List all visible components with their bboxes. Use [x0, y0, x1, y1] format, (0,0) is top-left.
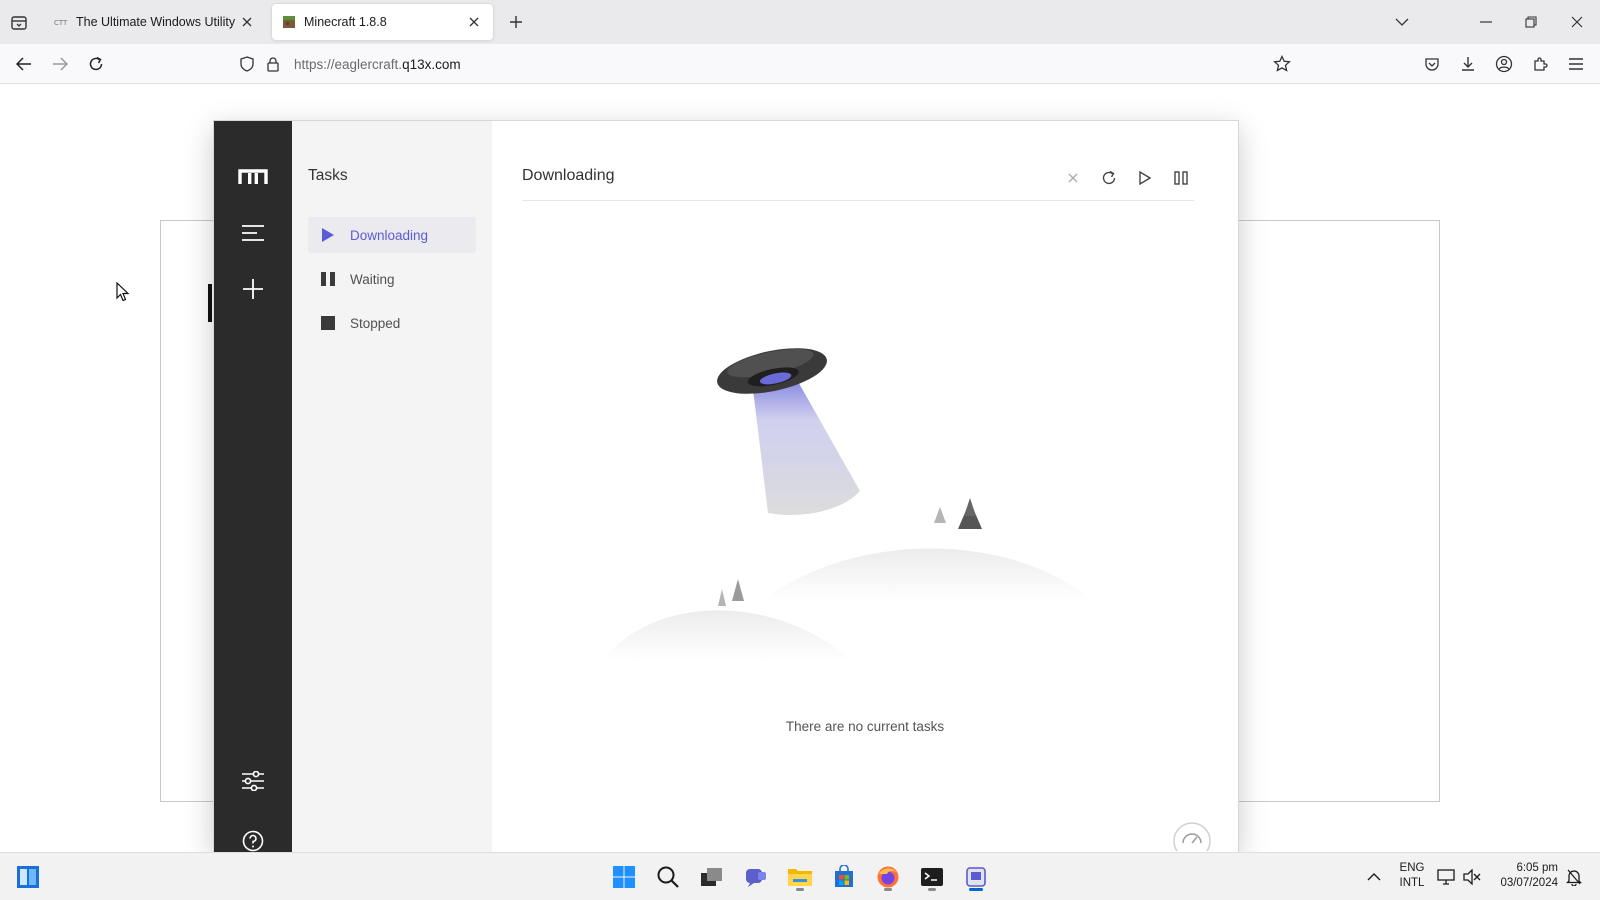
play-icon: [320, 227, 336, 243]
tab-title: The Ultimate Windows Utility: [76, 15, 236, 29]
category-stopped[interactable]: Stopped: [308, 305, 476, 341]
hamburger-menu-icon[interactable]: [1564, 52, 1588, 76]
clock[interactable]: 6:05 pm 03/07/2024: [1490, 861, 1558, 891]
show-hidden-icons-chevron-icon[interactable]: [1358, 861, 1390, 893]
tab-minecraft[interactable]: Minecraft 1.8.8: [272, 4, 493, 40]
pause-all-icon[interactable]: [1168, 165, 1194, 191]
pause-icon: [320, 271, 336, 287]
task-list-panel: Downloading There are no current tasks: [492, 121, 1238, 852]
terminal-icon[interactable]: [916, 861, 948, 893]
lock-icon[interactable]: [262, 53, 284, 75]
task-list-icon[interactable]: [233, 213, 273, 253]
url-text: https://eaglercraft.q13x.com: [294, 56, 461, 72]
active-indicator: [969, 888, 983, 891]
preferences-sliders-icon[interactable]: [233, 761, 273, 801]
delete-tasks-icon[interactable]: [1060, 165, 1086, 191]
empty-state-message: There are no current tasks: [785, 719, 945, 734]
tab-title: Minecraft 1.8.8: [304, 15, 387, 29]
tab-overflow-chevron-icon[interactable]: [1387, 8, 1417, 36]
extensions-icon[interactable]: [1528, 52, 1552, 76]
page-title: Downloading: [522, 167, 615, 184]
widgets-icon[interactable]: [12, 861, 44, 893]
windows-taskbar: ENG INTL 6:05 pm 03/07/2024: [0, 852, 1600, 900]
firefox-icon[interactable]: [872, 861, 904, 893]
notification-bell-icon[interactable]: [1558, 861, 1590, 893]
download-manager-window: Tasks Downloading Waiting Stopped Downlo…: [214, 121, 1238, 852]
browser-minimize-icon[interactable]: [1471, 8, 1501, 36]
running-indicator: [928, 888, 936, 891]
new-tab-icon[interactable]: [505, 11, 527, 33]
running-indicator: [884, 888, 892, 891]
close-tab-icon[interactable]: [238, 13, 256, 31]
motrix-icon[interactable]: [960, 861, 992, 893]
downloads-icon[interactable]: [1456, 52, 1480, 76]
ufo-empty-illustration: [592, 341, 1112, 661]
browser-close-icon[interactable]: [1562, 8, 1592, 36]
task-list-header: Downloading: [522, 157, 1194, 201]
category-label: Waiting: [350, 271, 395, 287]
refresh-icon[interactable]: [1096, 165, 1122, 191]
mouse-pointer-icon: [116, 282, 130, 302]
url-bar[interactable]: https://eaglercraft.q13x.com: [232, 48, 1300, 80]
category-waiting[interactable]: Waiting: [308, 261, 476, 297]
speedometer-icon[interactable]: [1172, 821, 1212, 851]
microsoft-store-icon[interactable]: [828, 861, 860, 893]
volume-muted-icon[interactable]: [1456, 861, 1488, 893]
svg-text:CTT: CTT: [54, 19, 68, 27]
reload-icon[interactable]: [84, 52, 108, 76]
pocket-icon[interactable]: [1420, 52, 1444, 76]
windows-start-icon[interactable]: [608, 861, 640, 893]
teams-chat-icon[interactable]: [740, 861, 772, 893]
browser-nav-bar: https://eaglercraft.q13x.com: [0, 44, 1600, 84]
tasks-heading: Tasks: [308, 167, 348, 184]
account-icon[interactable]: [1492, 52, 1516, 76]
search-icon[interactable]: [652, 861, 684, 893]
category-downloading[interactable]: Downloading: [308, 217, 476, 253]
category-label: Downloading: [350, 227, 429, 243]
text-caret: [208, 284, 212, 322]
app-icon-rail: [214, 121, 292, 852]
tab-ultimate-windows-utility[interactable]: CTT The Ultimate Windows Utility: [44, 4, 266, 40]
browser-restore-icon[interactable]: [1516, 8, 1546, 36]
tab-list-icon[interactable]: [8, 12, 30, 34]
tracking-shield-icon[interactable]: [236, 53, 258, 75]
task-view-icon[interactable]: [696, 861, 728, 893]
close-tab-icon[interactable]: [465, 13, 483, 31]
forward-arrow-icon[interactable]: [48, 52, 72, 76]
category-label: Stopped: [350, 315, 401, 331]
input-language-indicator[interactable]: ENG INTL: [1396, 861, 1428, 891]
stop-icon: [320, 315, 336, 331]
browser-tab-bar: CTT The Ultimate Windows Utility Minecra…: [0, 0, 1600, 44]
minecraft-block-favicon: [282, 15, 296, 29]
running-indicator: [796, 888, 804, 891]
bookmark-star-icon[interactable]: [1270, 52, 1294, 76]
resume-all-icon[interactable]: [1132, 165, 1158, 191]
tasks-sidebar: Tasks Downloading Waiting Stopped: [292, 121, 492, 852]
add-task-icon[interactable]: [233, 269, 273, 309]
back-arrow-icon[interactable]: [12, 52, 36, 76]
file-explorer-icon[interactable]: [784, 861, 816, 893]
ctt-favicon: CTT: [54, 15, 68, 29]
app-logo-icon: [233, 157, 273, 197]
help-icon[interactable]: [233, 821, 273, 852]
